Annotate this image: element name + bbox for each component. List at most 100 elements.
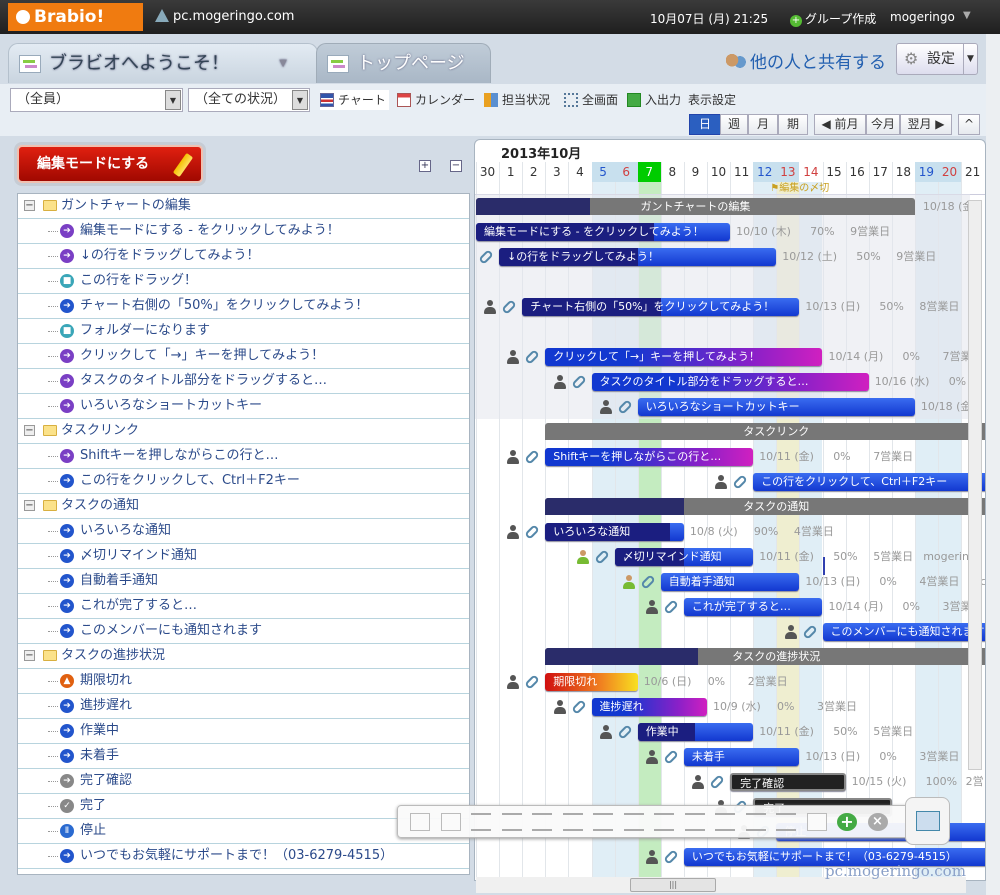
insert-row-below-icon[interactable] — [501, 813, 522, 831]
expand-all-icon[interactable]: + — [419, 160, 431, 172]
progress-percent[interactable]: 0% — [879, 748, 896, 766]
task-bar[interactable]: 期限切れ — [545, 673, 638, 691]
tree-row[interactable]: ➔ この行をクリックして、Ctrl＋F2キー — [18, 469, 469, 494]
milestone-flag[interactable]: ⚑編集の〆切 — [770, 179, 829, 194]
scale-period-button[interactable]: 期 — [778, 114, 808, 135]
progress-percent[interactable]: 90% — [754, 523, 778, 541]
member-filter-select[interactable]: （全員） ▼ — [10, 88, 183, 112]
collapse-icon[interactable]: − — [24, 500, 35, 511]
assignee-icon[interactable] — [645, 750, 658, 764]
group-bar[interactable]: タスクの進捗状況 — [545, 648, 985, 665]
assignee-icon[interactable] — [507, 450, 520, 464]
status-filter-select[interactable]: （全ての状況） ▼ — [188, 88, 310, 112]
move-down-icon[interactable] — [623, 813, 644, 831]
chevron-down-icon[interactable]: ▼ — [963, 44, 977, 74]
progress-percent[interactable]: 70% — [810, 223, 834, 241]
assignee-icon[interactable] — [692, 775, 705, 789]
tree-row[interactable]: ■ フォルダーになります — [18, 319, 469, 344]
task-bar[interactable]: このメンバーにも通知されます — [822, 623, 985, 641]
delete-icon[interactable]: × — [867, 813, 888, 831]
tree-row[interactable]: ➔ 未着手 — [18, 744, 469, 769]
edit-mode-button[interactable]: 編集モードにする — [17, 145, 203, 183]
vertical-scrollbar[interactable] — [968, 200, 982, 770]
insert-row-above-icon[interactable] — [471, 813, 491, 831]
progress-percent[interactable]: 0% — [949, 373, 966, 391]
chevron-down-icon[interactable]: ▼ — [963, 10, 971, 21]
tree-row[interactable]: ➔ 〆切リマインド通知 — [18, 544, 469, 569]
tree-row[interactable]: ➔ このメンバーにも通知されます — [18, 619, 469, 644]
task-bar[interactable]: 編集モードにする - をクリックしてみよう！ — [476, 223, 731, 241]
progress-percent[interactable]: 0% — [879, 573, 896, 591]
link-icon[interactable] — [654, 813, 674, 831]
collapse-button[interactable]: ^ — [958, 114, 980, 135]
outdent-icon[interactable] — [562, 813, 583, 831]
site-link[interactable]: pc.mogeringo.com — [155, 9, 294, 24]
progress-percent[interactable]: 100% — [926, 773, 957, 791]
view-assignment[interactable]: 担当状況 — [484, 90, 550, 110]
add-icon[interactable]: + — [837, 813, 857, 831]
task-bar[interactable]: 完了確認 — [730, 773, 846, 791]
unlink-icon[interactable] — [684, 813, 705, 831]
new-task-icon[interactable] — [410, 813, 430, 831]
group-bar[interactable]: タスクリンク — [545, 423, 985, 440]
remove-member-icon[interactable] — [776, 813, 796, 831]
move-up-icon[interactable] — [593, 813, 613, 831]
assignee-icon[interactable] — [599, 725, 612, 739]
assignee-icon[interactable] — [715, 475, 728, 489]
assignee-icon[interactable] — [507, 350, 520, 364]
task-bar[interactable]: これが完了すると… — [683, 598, 823, 616]
tree-row[interactable]: − タスクの進捗状況 — [18, 644, 469, 669]
task-bar[interactable]: いろいろな通知 — [545, 523, 684, 541]
task-bar[interactable]: いろいろなショートカットキー — [637, 398, 915, 416]
assignee-icon[interactable] — [622, 575, 635, 589]
task-bar[interactable]: クリックして「→」キーを押してみよう！ — [545, 348, 823, 366]
collapse-icon[interactable]: − — [24, 650, 35, 661]
paste-icon[interactable] — [440, 813, 461, 831]
assignee-icon[interactable] — [507, 675, 520, 689]
tree-row[interactable]: ➔ 編集モードにする - をクリックしてみよう！ — [18, 219, 469, 244]
view-chart[interactable]: チャート — [320, 90, 389, 110]
assignee-icon[interactable] — [576, 550, 589, 564]
tree-row[interactable]: ➔ いろいろな通知 — [18, 519, 469, 544]
next-month-button[interactable]: 翌月 ▶ — [900, 114, 952, 135]
assignee-icon[interactable] — [784, 625, 797, 639]
task-bar[interactable]: チャート右側の「50%」をクリックしてみよう！ — [522, 298, 800, 316]
tab-top-page[interactable]: トップページ — [316, 43, 491, 83]
tree-row[interactable]: ➔ クリックして「→」キーを押してみよう！ — [18, 344, 469, 369]
tree-row[interactable]: ➔ タスクのタイトル部分をドラッグすると… — [18, 369, 469, 394]
collapse-icon[interactable]: − — [24, 200, 35, 211]
chevron-down-icon[interactable]: ▼ — [279, 44, 287, 84]
tree-row[interactable]: − タスクリンク — [18, 419, 469, 444]
assignee-icon[interactable] — [507, 525, 520, 539]
group-bar[interactable]: タスクの通知 — [545, 498, 985, 515]
progress-percent[interactable]: 50% — [879, 298, 903, 316]
task-bar[interactable]: 〆切リマインド通知 — [614, 548, 754, 566]
share-button[interactable]: 他の人と共有する — [726, 48, 886, 73]
scrollbar-thumb[interactable]: ||| — [630, 878, 716, 892]
view-calendar[interactable]: カレンダー — [397, 90, 475, 110]
tree-row[interactable]: ➔ 完了確認 — [18, 769, 469, 794]
collapse-all-icon[interactable]: − — [450, 160, 462, 172]
view-import-export[interactable]: 入出力 — [627, 90, 681, 110]
settings-button[interactable]: ⚙ 設定 ▼ — [896, 43, 978, 75]
group-bar[interactable]: ガントチャートの編集 — [476, 198, 915, 215]
this-month-button[interactable]: 今月 — [866, 114, 900, 135]
assignee-icon[interactable] — [645, 600, 658, 614]
progress-percent[interactable]: 0% — [777, 698, 794, 716]
prev-month-button[interactable]: ◀ 前月 — [814, 114, 866, 135]
tree-row[interactable]: ■ この行をドラッグ！ — [18, 269, 469, 294]
tree-row[interactable]: ➔ チャート右側の「50%」をクリックしてみよう！ — [18, 294, 469, 319]
assignee-icon[interactable] — [553, 375, 566, 389]
tree-row[interactable]: − タスクの通知 — [18, 494, 469, 519]
progress-percent[interactable]: 0% — [708, 673, 725, 691]
tree-row[interactable]: ➔ いつでもお気軽にサポートまで！（03-6279-4515） — [18, 844, 469, 869]
indent-icon[interactable] — [532, 813, 552, 831]
tab-welcome[interactable]: ブラビオへようこそ！ ▼ — [8, 43, 318, 83]
assignee-icon[interactable] — [484, 300, 497, 314]
progress-percent[interactable]: 0% — [903, 598, 920, 616]
tree-row[interactable]: ➔ 進捗遅れ — [18, 694, 469, 719]
tree-row[interactable]: ➔ ↓の行をドラッグしてみよう！ — [18, 244, 469, 269]
add-member-icon[interactable] — [745, 813, 766, 831]
tree-row[interactable]: ➔ これが完了すると… — [18, 594, 469, 619]
scale-week-button[interactable]: 週 — [720, 114, 748, 135]
